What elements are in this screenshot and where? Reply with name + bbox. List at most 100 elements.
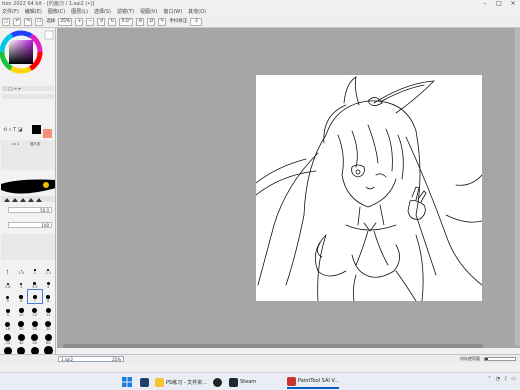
menu-item-2[interactable]: 图像(C) — [48, 8, 65, 16]
memory-usage-bar — [484, 357, 516, 361]
zoom-field[interactable]: 25% — [58, 17, 73, 26]
close-icon[interactable]: × — [506, 0, 520, 8]
brush-size-dot — [17, 334, 25, 341]
taskbar-steam[interactable]: Steam — [229, 375, 256, 389]
brush-size-cell[interactable]: 3.5 — [28, 276, 42, 289]
menu-item-0[interactable]: 文件(F) — [2, 8, 19, 16]
brush-size-cell[interactable]: 10 — [15, 304, 29, 317]
menu-item-1[interactable]: 编辑(E) — [25, 8, 42, 16]
stabilizer-field[interactable]: 3 — [190, 17, 203, 26]
brush-size-cell[interactable]: 16 — [1, 318, 15, 331]
minimize-icon[interactable]: – — [478, 0, 492, 8]
brush-size-cell[interactable]: 50 — [28, 332, 42, 345]
brush-size-cell[interactable]: 2.3 — [42, 262, 56, 275]
memory-usage-label: 内存使用量 — [460, 356, 480, 361]
menu-item-3[interactable]: 图层(L) — [71, 8, 88, 16]
maximize-icon[interactable]: □ — [492, 0, 506, 8]
brush-size-cell[interactable]: 3 — [15, 276, 29, 289]
brush-size-label: 60 — [46, 341, 51, 345]
drawing-canvas[interactable] — [255, 75, 483, 302]
document-tab[interactable]: 1.sai2 25% — [58, 356, 124, 362]
stabilizer-icon[interactable]: ✎ — [158, 17, 167, 26]
menu-item-4[interactable]: 选择(S) — [94, 8, 111, 16]
rotate-reset-icon[interactable]: ⟲ — [136, 17, 145, 26]
brush-size-label: 3 — [20, 285, 23, 289]
brush-size-label: 2.3 — [45, 271, 52, 275]
selection-label: 选择 — [46, 18, 56, 24]
steam-icon — [229, 377, 238, 387]
stabilizer-label: 手抖修正 — [169, 18, 188, 24]
brush-size-cell[interactable]: 2.6 — [1, 276, 15, 289]
select-all-checkbox[interactable]: ☐ — [35, 17, 44, 26]
brush-size-label: 1.5 — [18, 271, 25, 275]
taskbar-sai[interactable]: PaintTool SAI V... — [287, 375, 339, 389]
volume-icon[interactable]: ♪ — [504, 376, 507, 382]
notification-icon[interactable]: ▭ — [511, 376, 516, 382]
zoom-in-icon[interactable]: + — [75, 17, 84, 26]
brush-size-label: 14 — [46, 313, 51, 317]
size-row: 50.0 — [8, 207, 52, 213]
brush-size-cell[interactable]: 60 — [42, 332, 56, 345]
canvas-area[interactable] — [57, 28, 520, 348]
brush-size-label: 30 — [46, 327, 51, 331]
color-wheel[interactable] — [0, 30, 43, 74]
rotate-right-icon[interactable]: ↻ — [108, 17, 117, 26]
brush-size-cell[interactable]: 20 — [15, 318, 29, 331]
brush-size-cell[interactable]: 7 — [27, 289, 43, 304]
top-toolbar: ▢ ↶ ↷ ☐ 选择 25% + − ↺ ↻ 0.0° ⟲ ⇄ ✎ 手抖修正 3 — [0, 16, 520, 28]
brush-size-cell[interactable]: 25 — [28, 318, 42, 331]
start-button[interactable] — [122, 375, 132, 389]
brush-size-label: 50 — [32, 341, 37, 345]
brush-size-label: 10 — [19, 313, 24, 317]
opacity-value[interactable]: 100 — [41, 223, 49, 228]
brush-size-cell[interactable]: 6 — [15, 290, 29, 303]
flip-icon[interactable]: ⇄ — [147, 17, 156, 26]
redo-icon[interactable]: ↷ — [24, 17, 33, 26]
brush-size-cell[interactable]: 40 — [15, 332, 29, 345]
taskbar-app-ps[interactable] — [140, 375, 149, 389]
undo-icon[interactable]: ↶ — [13, 17, 22, 26]
brush-size-cell[interactable]: 1.5 — [15, 262, 29, 275]
lineart-drawing — [255, 76, 483, 302]
brush-size-cell[interactable]: 9 — [1, 304, 15, 317]
document-tabs: 1.sai2 25% 内存使用量 — [0, 354, 520, 363]
app-circle-icon — [213, 377, 222, 387]
brush-size-cell[interactable]: 1 — [1, 262, 15, 275]
chevron-up-icon[interactable]: ⌃ — [487, 376, 491, 382]
brush-size-cell[interactable]: 12 — [28, 304, 42, 317]
brush-size-label: 5 — [6, 299, 9, 303]
new-file-icon[interactable]: ▢ — [2, 17, 11, 26]
network-icon[interactable]: ◔ — [496, 376, 500, 382]
brush-size-cell[interactable]: 4 — [42, 276, 56, 289]
brush-size-dot — [44, 333, 52, 341]
rotate-left-icon[interactable]: ↺ — [97, 17, 106, 26]
size-value[interactable]: 50.0 — [40, 208, 49, 213]
document-tab-name: 1.sai2 — [61, 357, 74, 362]
zoom-out-icon[interactable]: − — [86, 17, 95, 26]
tool-icons[interactable]: ⬚ ◯ ✂ ⌖ ⟲ ⌕ T ◪ — [2, 86, 54, 138]
layer-label-a: Lv 1 — [12, 142, 19, 146]
brush-size-cell[interactable]: 8 — [42, 290, 56, 303]
menu-item-7[interactable]: 窗口(W) — [163, 8, 182, 16]
rotation-field[interactable]: 0.0° — [119, 17, 134, 26]
brush-size-cell[interactable]: 30 — [42, 318, 56, 331]
brush-size-label: 2 — [33, 271, 36, 275]
secondary-color-swatch[interactable] — [44, 30, 54, 40]
menu-item-8[interactable]: 其他(O) — [188, 8, 206, 16]
brush-size-cell[interactable]: 5 — [1, 290, 15, 303]
window-controls: – □ × — [478, 0, 520, 8]
brush-size-cell[interactable]: 14 — [42, 304, 56, 317]
taskbar-explorer[interactable]: PS练习 - 文件资... — [155, 375, 207, 389]
vertical-scrollbar[interactable] — [515, 28, 520, 346]
menu-item-5[interactable]: 滤镜(T) — [117, 8, 134, 16]
brush-size-cell[interactable]: 2 — [28, 262, 42, 275]
taskbar-app-circle[interactable] — [213, 375, 222, 389]
opacity-row: 100 — [8, 222, 52, 228]
windows-icon — [122, 377, 132, 387]
brush-size-cell[interactable]: 35 — [1, 332, 15, 345]
menu-item-6[interactable]: 视图(V) — [140, 8, 157, 16]
horizontal-scrollbar[interactable] — [63, 344, 483, 348]
brush-size-label: 1 — [6, 271, 9, 275]
explorer-icon — [155, 377, 164, 387]
brush-size-label: 35 — [5, 341, 10, 345]
